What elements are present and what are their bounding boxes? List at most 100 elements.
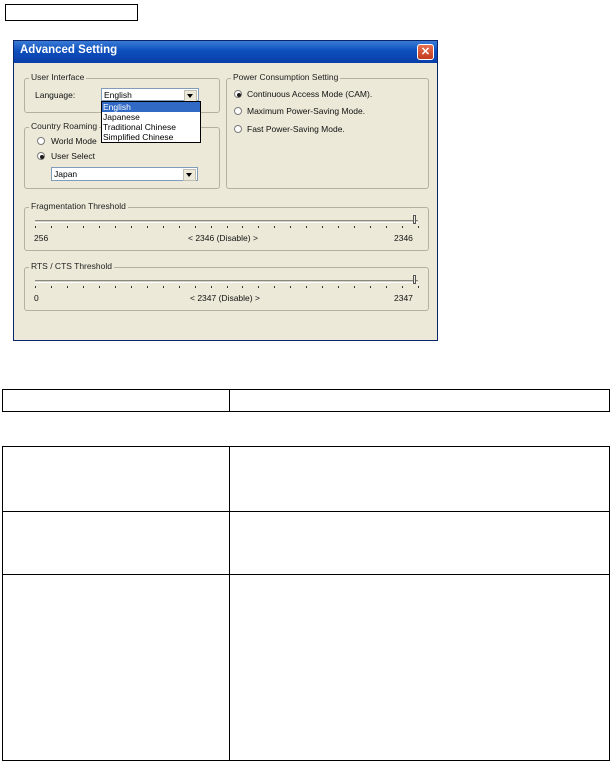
- slider-tick: [162, 226, 164, 228]
- fragmentation-max: 2346: [394, 233, 413, 243]
- slider-tick: [50, 286, 52, 288]
- world-mode-radio[interactable]: [37, 137, 45, 145]
- fragmentation-ticks: [35, 226, 419, 229]
- power-option-radio-0[interactable]: [234, 90, 242, 98]
- slider-tick: [35, 286, 36, 288]
- slider-tick: [290, 226, 292, 228]
- slider-tick: [274, 286, 276, 288]
- slider-tick: [178, 226, 180, 228]
- language-option[interactable]: English: [102, 102, 200, 112]
- power-option-label-0: Continuous Access Mode (CAM).: [247, 89, 373, 99]
- rts-cts-label: RTS / CTS Threshold: [29, 261, 114, 271]
- country-select-value: Japan: [54, 169, 78, 179]
- rts-cts-max: 2347: [394, 293, 413, 303]
- slider-tick: [338, 226, 340, 228]
- country-select[interactable]: Japan: [51, 167, 198, 181]
- slider-tick: [226, 226, 228, 228]
- table-row-divider: [2, 511, 610, 512]
- power-consumption-label: Power Consumption Setting: [231, 72, 341, 82]
- slider-tick: [226, 286, 228, 288]
- fragmentation-value: < 2346 (Disable) >: [188, 233, 258, 243]
- slider-tick: [386, 286, 388, 288]
- fragmentation-label: Fragmentation Threshold: [29, 201, 128, 211]
- fragmentation-min: 256: [34, 233, 49, 243]
- power-option-label-1: Maximum Power-Saving Mode.: [247, 106, 366, 116]
- chevron-down-icon[interactable]: [183, 169, 196, 181]
- slider-tick: [354, 226, 356, 228]
- slider-tick: [258, 286, 260, 288]
- slider-tick: [114, 226, 116, 228]
- slider-tick: [354, 286, 356, 288]
- user-select-radio[interactable]: [37, 152, 45, 160]
- slider-tick: [210, 226, 212, 228]
- slider-tick: [194, 286, 196, 288]
- slider-tick: [130, 286, 132, 288]
- fragmentation-group: [24, 207, 429, 251]
- language-option[interactable]: Japanese: [102, 112, 200, 122]
- slider-tick: [66, 226, 68, 228]
- dialog-title: Advanced Setting: [20, 44, 118, 56]
- table-header-row: [2, 389, 610, 412]
- fragmentation-slider-thumb[interactable]: [413, 215, 416, 224]
- world-mode-label: World Mode: [51, 136, 97, 146]
- slider-tick: [274, 226, 276, 228]
- power-option-radio-1[interactable]: [234, 107, 242, 115]
- close-icon: ✕: [420, 46, 431, 58]
- rts-cts-slider-track[interactable]: [35, 280, 418, 283]
- slider-tick: [50, 226, 52, 228]
- power-option-label-2: Fast Power-Saving Mode.: [247, 124, 345, 134]
- user-interface-label: User Interface: [29, 72, 87, 82]
- slider-tick: [130, 226, 132, 228]
- user-select-label: User Select: [51, 151, 95, 161]
- table-divider: [229, 389, 230, 412]
- slider-tick: [370, 286, 372, 288]
- language-label: Language:: [35, 90, 76, 100]
- close-button[interactable]: ✕: [417, 44, 434, 60]
- language-option[interactable]: Traditional Chinese: [102, 122, 200, 132]
- slider-tick: [402, 226, 404, 228]
- advanced-setting-dialog: Advanced Setting ✕ User Interface Langua…: [13, 40, 438, 341]
- slider-tick: [258, 226, 260, 228]
- slider-tick: [386, 226, 388, 228]
- language-option[interactable]: Simplified Chinese: [102, 132, 200, 142]
- power-option-radio-2[interactable]: [234, 125, 242, 133]
- settings-description-table: [2, 446, 610, 761]
- rts-cts-min: 0: [34, 293, 39, 303]
- slider-tick: [162, 286, 164, 288]
- slider-tick: [370, 226, 372, 228]
- slider-tick: [242, 286, 244, 288]
- slider-tick: [114, 286, 116, 288]
- rts-cts-group: [24, 267, 429, 311]
- language-dropdown-list: English Japanese Traditional Chinese Sim…: [101, 101, 201, 143]
- slider-tick: [290, 286, 292, 288]
- slider-tick: [82, 286, 84, 288]
- slider-tick: [66, 286, 68, 288]
- fragmentation-slider-track[interactable]: [35, 220, 418, 223]
- language-select-value: English: [104, 90, 132, 100]
- slider-tick: [242, 226, 244, 228]
- table-row-divider: [2, 574, 610, 575]
- slider-tick: [322, 226, 324, 228]
- rts-cts-ticks: [35, 286, 419, 289]
- slider-tick: [98, 226, 100, 228]
- language-select[interactable]: English: [101, 88, 199, 102]
- caption-box: [5, 4, 138, 21]
- country-roaming-label: Country Roaming: [29, 121, 100, 131]
- slider-tick: [306, 286, 308, 288]
- slider-tick: [418, 286, 419, 288]
- slider-tick: [210, 286, 212, 288]
- slider-tick: [98, 286, 100, 288]
- slider-tick: [322, 286, 324, 288]
- rts-cts-slider-thumb[interactable]: [413, 275, 416, 284]
- slider-tick: [306, 226, 308, 228]
- slider-tick: [178, 286, 180, 288]
- slider-tick: [338, 286, 340, 288]
- title-bar: Advanced Setting ✕: [14, 41, 437, 63]
- slider-tick: [418, 226, 419, 228]
- table-divider: [229, 446, 230, 761]
- rts-cts-value: < 2347 (Disable) >: [190, 293, 260, 303]
- slider-tick: [146, 286, 148, 288]
- slider-tick: [146, 226, 148, 228]
- slider-tick: [35, 226, 36, 228]
- slider-tick: [82, 226, 84, 228]
